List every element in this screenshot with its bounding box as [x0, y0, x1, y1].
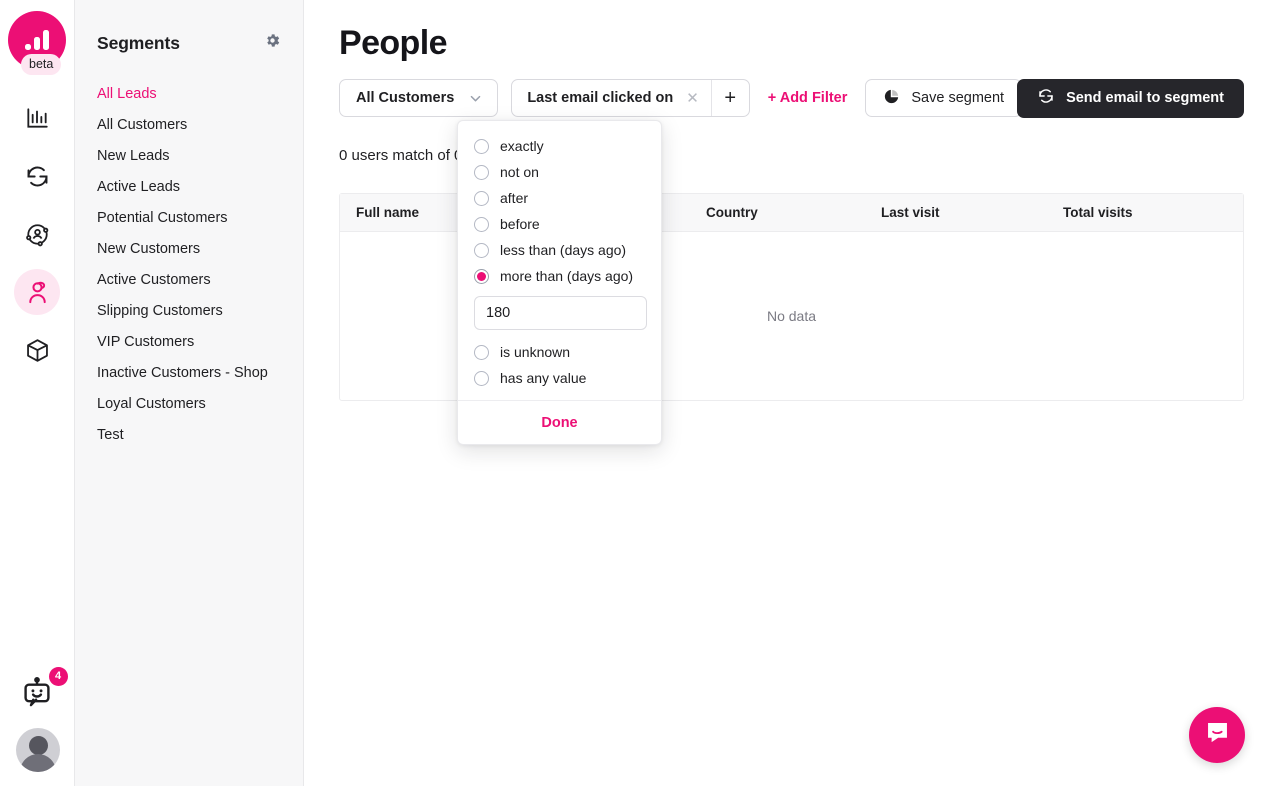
save-segment-button[interactable]: Save segment: [865, 79, 1022, 117]
sidebar-item-test[interactable]: Test: [97, 419, 281, 450]
chat-bot-button[interactable]: 4: [18, 676, 58, 712]
radio-before[interactable]: [474, 217, 489, 232]
send-email-to-segment-button[interactable]: Send email to segment: [1017, 79, 1244, 118]
rail-bottom: 4: [0, 676, 75, 772]
sidebar-item-inactive-customers-shop[interactable]: Inactive Customers - Shop: [97, 357, 281, 388]
option-is-unknown[interactable]: is unknown: [458, 339, 661, 365]
rail-item-people[interactable]: [14, 269, 60, 315]
filter-toolbar: All Customers Last email clicked on ✕ + …: [334, 79, 1244, 117]
avatar-head: [29, 736, 48, 755]
sidebar-item-new-customers[interactable]: New Customers: [97, 233, 281, 264]
rail-item-audience[interactable]: [14, 211, 60, 257]
option-after-label: after: [500, 190, 528, 206]
sidebar-item-all-customers[interactable]: All Customers: [97, 109, 281, 140]
radio-is-unknown[interactable]: [474, 345, 489, 360]
option-before-label: before: [500, 216, 540, 232]
analytics-icon: [24, 105, 50, 131]
user-avatar[interactable]: [16, 728, 60, 772]
app-logo[interactable]: beta: [8, 11, 66, 69]
segments-list: All Leads All Customers New Leads Active…: [75, 78, 303, 450]
avatar-body: [20, 754, 56, 772]
option-before[interactable]: before: [458, 211, 661, 237]
radio-has-any-value[interactable]: [474, 371, 489, 386]
option-after[interactable]: after: [458, 185, 661, 211]
save-segment-label: Save segment: [911, 90, 1004, 106]
chat-bot-badge: 4: [49, 667, 68, 686]
radio-more-than-days-ago[interactable]: [474, 269, 489, 284]
option-has-any-value-label: has any value: [500, 370, 586, 386]
segment-select[interactable]: All Customers: [339, 79, 498, 117]
sidebar-item-all-leads[interactable]: All Leads: [97, 78, 281, 109]
option-has-any-value[interactable]: has any value: [458, 365, 661, 391]
segments-header: Segments: [75, 0, 303, 54]
sidebar-item-active-leads[interactable]: Active Leads: [97, 171, 281, 202]
radio-after[interactable]: [474, 191, 489, 206]
column-header-total-visits[interactable]: Total visits: [1047, 205, 1243, 220]
dropdown-footer: Done: [458, 400, 661, 444]
segment-select-value: All Customers: [356, 90, 454, 106]
filter-value-input[interactable]: [474, 296, 647, 330]
sidebar-item-vip-customers[interactable]: VIP Customers: [97, 326, 281, 357]
pie-chart-icon: [883, 88, 900, 109]
option-not-on[interactable]: not on: [458, 159, 661, 185]
people-icon: [24, 279, 51, 306]
done-button[interactable]: Done: [541, 415, 577, 431]
column-header-last-visit[interactable]: Last visit: [865, 205, 1047, 220]
segments-sidebar: Segments All Leads All Customers New Lea…: [75, 0, 304, 786]
intercom-chat-icon: [1204, 719, 1231, 751]
gear-icon[interactable]: [264, 32, 281, 54]
radio-less-than-days-ago[interactable]: [474, 243, 489, 258]
close-icon[interactable]: ✕: [686, 91, 699, 106]
rail-item-sync[interactable]: [14, 153, 60, 199]
rail-icon-list: [14, 95, 60, 373]
sync-icon: [24, 163, 51, 190]
page-title: People: [339, 24, 1244, 63]
beta-badge: beta: [21, 54, 61, 76]
option-is-unknown-label: is unknown: [500, 344, 570, 360]
option-not-on-label: not on: [500, 164, 539, 180]
option-less-than-days-ago[interactable]: less than (days ago): [458, 237, 661, 263]
filter-operator-dropdown: exactly not on after before less than (d…: [457, 120, 662, 445]
rail-item-analytics[interactable]: [14, 95, 60, 141]
send-email-label: Send email to segment: [1066, 90, 1224, 106]
option-less-than-label: less than (days ago): [500, 242, 626, 258]
filter-chip-last-email-clicked-on[interactable]: Last email clicked on ✕: [512, 80, 710, 116]
sidebar-item-active-customers[interactable]: Active Customers: [97, 264, 281, 295]
radio-exactly[interactable]: [474, 139, 489, 154]
plus-icon[interactable]: +: [711, 80, 749, 116]
sidebar-item-potential-customers[interactable]: Potential Customers: [97, 202, 281, 233]
intercom-launcher-button[interactable]: [1189, 707, 1245, 763]
option-more-than-days-ago[interactable]: more than (days ago): [458, 263, 661, 289]
segments-title: Segments: [97, 33, 180, 54]
add-filter-button[interactable]: + Add Filter: [768, 90, 848, 106]
chat-bot-icon: [18, 699, 56, 716]
option-exactly-label: exactly: [500, 138, 544, 154]
column-header-country[interactable]: Country: [690, 205, 865, 220]
sidebar-item-loyal-customers[interactable]: Loyal Customers: [97, 388, 281, 419]
bar-chart-logo-icon: [25, 30, 49, 50]
option-exactly[interactable]: exactly: [458, 133, 661, 159]
radio-not-on[interactable]: [474, 165, 489, 180]
audience-network-icon: [24, 221, 51, 248]
option-more-than-label: more than (days ago): [500, 268, 633, 284]
rail-item-products[interactable]: [14, 327, 60, 373]
sidebar-item-slipping-customers[interactable]: Slipping Customers: [97, 295, 281, 326]
sidebar-item-new-leads[interactable]: New Leads: [97, 140, 281, 171]
refresh-icon: [1037, 87, 1055, 109]
icon-rail: beta: [0, 0, 75, 786]
app-root: beta: [0, 0, 1268, 786]
cube-icon: [24, 337, 51, 364]
main-content: People All Customers Last email clicked …: [304, 0, 1268, 786]
filter-chip-group: Last email clicked on ✕ +: [511, 79, 749, 117]
filter-chip-label: Last email clicked on: [527, 90, 673, 106]
chevron-down-icon: [468, 91, 483, 106]
